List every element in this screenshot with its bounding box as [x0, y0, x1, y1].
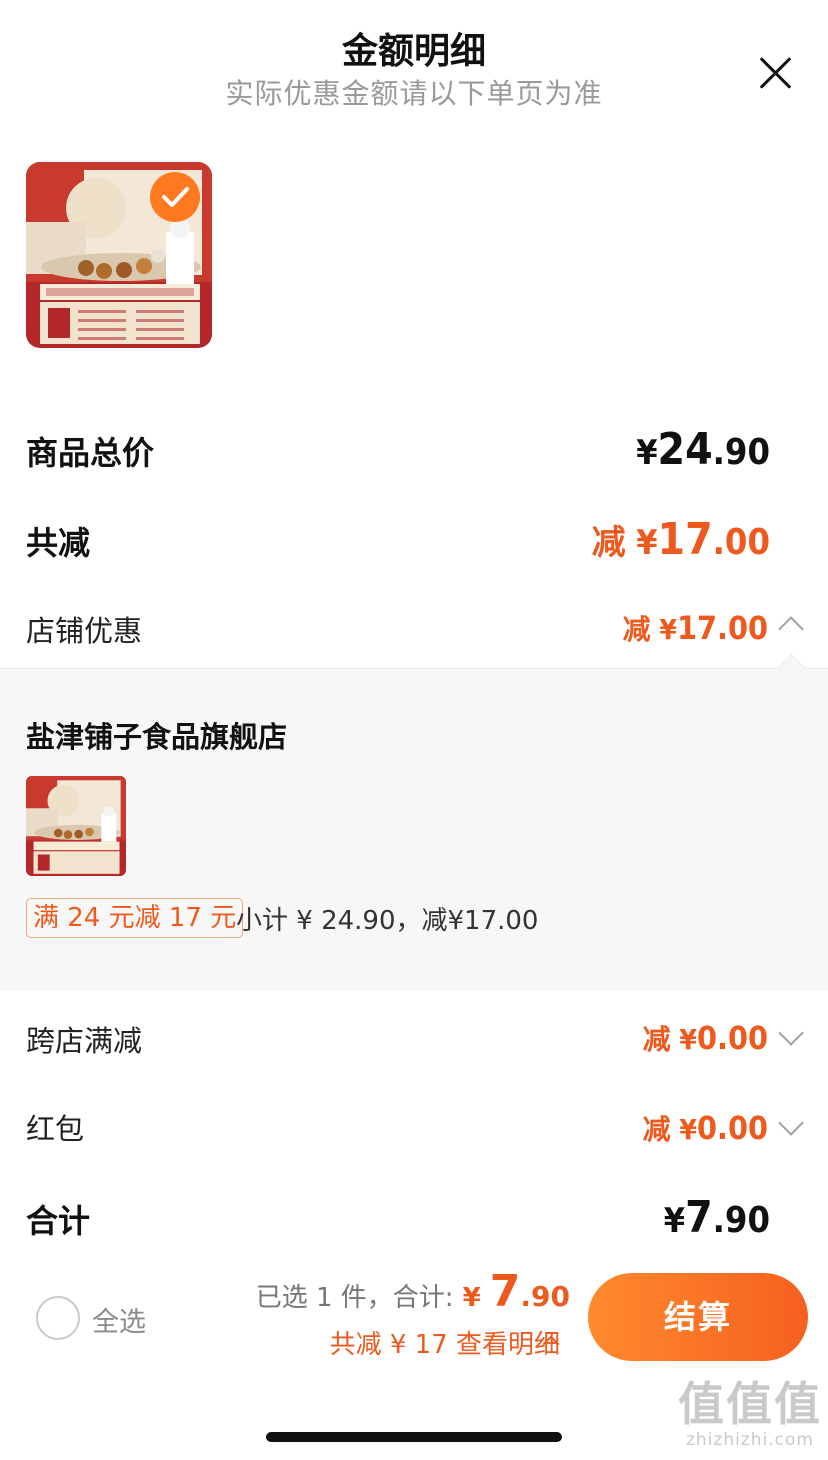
- store-discount-value[interactable]: 减 ¥17.00: [623, 608, 768, 648]
- product-thumbnail[interactable]: [26, 162, 212, 348]
- total-discount-value: 减 ¥17.00: [591, 514, 770, 565]
- sheet-subtitle: 实际优惠金额请以下单页为准: [225, 77, 603, 110]
- total-discount-label: 共减: [26, 524, 91, 562]
- select-all-radio[interactable]: [36, 1296, 80, 1340]
- promo-tag: 满 24 元减 17 元: [26, 898, 244, 938]
- store-discount-label[interactable]: 店铺优惠: [26, 608, 142, 650]
- chevron-down-icon[interactable]: [778, 1020, 804, 1046]
- cross-store-label[interactable]: 跨店满减: [26, 1018, 142, 1060]
- panel-product-thumbnail[interactable]: [26, 776, 126, 876]
- grand-total-value: ¥7.90: [663, 1192, 770, 1243]
- home-indicator[interactable]: [266, 1432, 562, 1442]
- mooncake-box-image: [26, 776, 126, 876]
- close-icon[interactable]: [752, 50, 798, 96]
- amount-detail-sheet: 金额明细 实际优惠金额请以下单页为准 商品总价 ¥24.90 共减 减 ¥17.…: [0, 0, 828, 1460]
- chevron-down-icon[interactable]: [778, 1110, 804, 1136]
- chevron-up-icon[interactable]: [778, 616, 804, 642]
- checkmark-icon: [150, 172, 200, 222]
- checkout-button[interactable]: 结算: [588, 1273, 808, 1361]
- store-subtotal: 小计 ¥ 24.90，减¥17.00: [236, 906, 539, 936]
- grand-total-label: 合计: [26, 1202, 91, 1240]
- total-price-label: 商品总价: [26, 434, 155, 472]
- red-packet-label[interactable]: 红包: [26, 1106, 84, 1148]
- sheet-title: 金额明细: [341, 31, 486, 72]
- red-packet-value[interactable]: 减 ¥0.00: [643, 1108, 768, 1148]
- select-all-label[interactable]: 全选: [92, 1300, 146, 1339]
- shop-name[interactable]: 盐津铺子食品旗舰店: [26, 714, 287, 756]
- watermark: 值值值 zhizhizhi.com: [678, 1377, 822, 1450]
- selected-summary: 已选 1 件，合计: ¥ 7.90: [255, 1266, 570, 1317]
- view-detail-link[interactable]: 共减 ¥ 17 查看明细: [330, 1324, 560, 1361]
- total-price-value: ¥24.90: [636, 424, 770, 475]
- cross-store-value[interactable]: 减 ¥0.00: [643, 1018, 768, 1058]
